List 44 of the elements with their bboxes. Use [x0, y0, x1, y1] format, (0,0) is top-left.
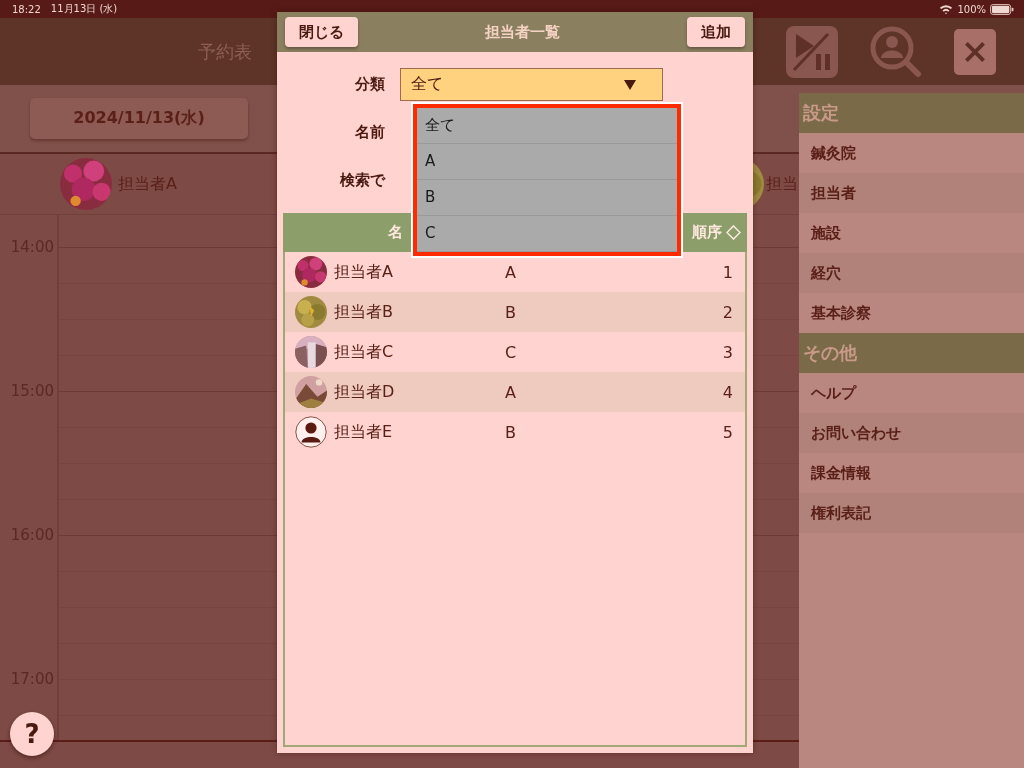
table-cell: 担当者E — [334, 421, 393, 443]
table-cell-text: B — [505, 302, 517, 322]
dropdown-option[interactable]: C — [417, 216, 677, 252]
table-cell: 3 — [722, 342, 733, 362]
status-time: 18:22 — [12, 3, 41, 15]
menu-item[interactable]: 担当者 — [799, 173, 1024, 213]
field-label: 分類 — [354, 75, 386, 94]
dialog-title: 担当者一覧 — [485, 22, 560, 42]
avatar-icon — [295, 416, 327, 448]
field-label: 名前 — [354, 123, 386, 142]
menu-item[interactable]: 権利表記 — [799, 493, 1024, 533]
table-cell-text: C — [505, 342, 518, 362]
section-header: 設定 — [799, 93, 1024, 133]
field-label: 検索で — [339, 171, 387, 190]
wifi-icon — [939, 3, 954, 15]
category-select[interactable]: 全て — [400, 68, 663, 101]
table-row[interactable]: 担当者B B 2 — [285, 292, 745, 332]
sort-icon[interactable] — [726, 225, 741, 240]
dropdown-option[interactable]: A — [417, 144, 677, 180]
table-cell: 4 — [722, 382, 733, 402]
dropdown-option[interactable]: 全て — [417, 108, 677, 144]
menu-item[interactable]: 経穴 — [799, 253, 1024, 293]
play-pause-icon[interactable] — [786, 25, 838, 78]
table-cell: 担当者C — [334, 341, 394, 363]
table-cell: 担当者B — [334, 301, 393, 323]
table-cell-text: A — [505, 262, 517, 282]
table-cell-text: B — [505, 422, 517, 442]
table-row[interactable]: 担当者D A 4 — [285, 372, 745, 412]
table-cell: 担当者A — [334, 261, 393, 283]
battery-percent: 100% — [957, 3, 986, 15]
battery-icon — [990, 3, 1014, 15]
close-button[interactable]: 閉じる — [285, 17, 358, 47]
caret-icon — [624, 79, 636, 90]
dropdown-option[interactable]: B — [417, 180, 677, 216]
table-cell: 担当者D — [334, 381, 395, 403]
table-cell: 1 — [722, 262, 733, 282]
menu-item[interactable]: お問い合わせ — [799, 413, 1024, 453]
table-cell: 5 — [722, 422, 733, 442]
table-cell-text: A — [505, 382, 517, 402]
close-icon[interactable] — [954, 28, 996, 75]
status-date: 11月13日 (水) — [50, 2, 118, 16]
add-button[interactable]: 追加 — [687, 17, 745, 47]
section-header: その他 — [799, 333, 1024, 373]
table-cell: 2 — [722, 302, 733, 322]
